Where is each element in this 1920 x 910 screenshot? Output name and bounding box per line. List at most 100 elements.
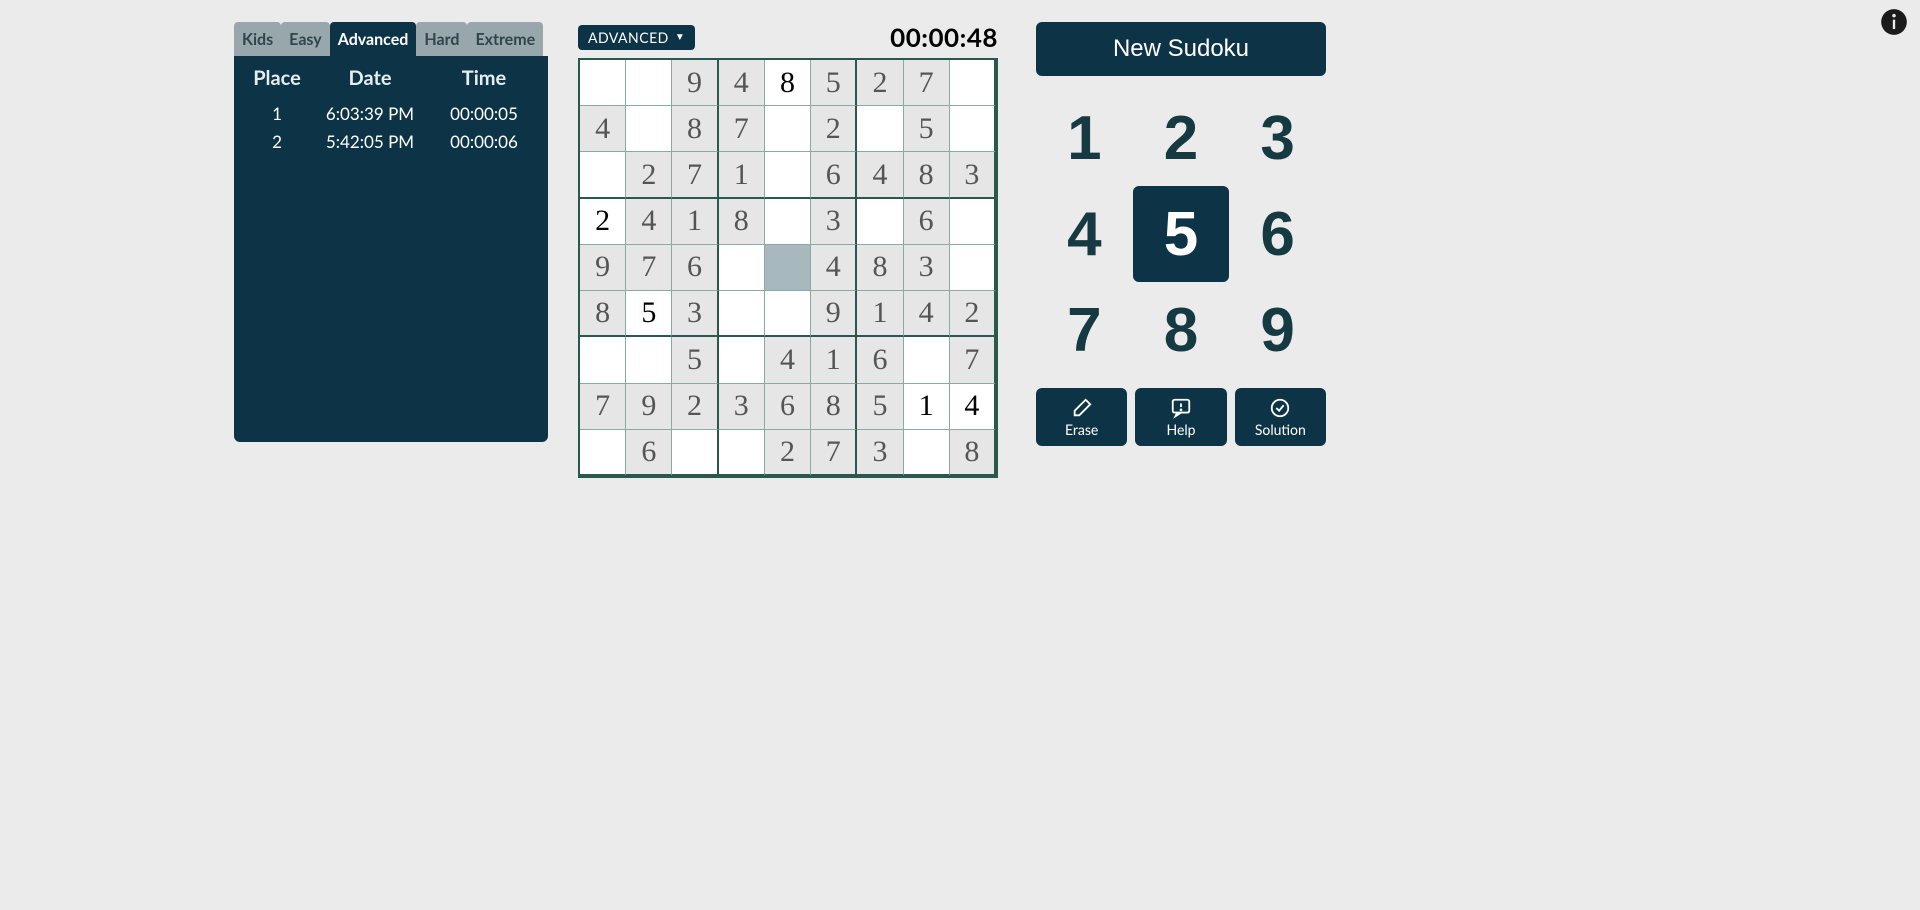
- cell-r5-c1[interactable]: 5: [626, 291, 672, 337]
- cell-r2-c3[interactable]: 1: [719, 152, 765, 198]
- cell-r4-c8[interactable]: [950, 245, 996, 291]
- cell-r0-c8[interactable]: [950, 60, 996, 106]
- cell-r8-c0[interactable]: [580, 430, 626, 476]
- cell-r3-c8[interactable]: [950, 199, 996, 245]
- cell-r4-c7[interactable]: 3: [904, 245, 950, 291]
- cell-r4-c3[interactable]: [719, 245, 765, 291]
- cell-r8-c2[interactable]: [672, 430, 718, 476]
- cell-r6-c7[interactable]: [904, 337, 950, 383]
- cell-r1-c1[interactable]: [626, 106, 672, 152]
- cell-r1-c8[interactable]: [950, 106, 996, 152]
- cell-r7-c8[interactable]: 4: [950, 384, 996, 430]
- difficulty-dropdown[interactable]: ADVANCED ▼: [578, 25, 695, 50]
- cell-r8-c3[interactable]: [719, 430, 765, 476]
- tab-hard[interactable]: Hard: [416, 22, 467, 56]
- cell-r5-c0[interactable]: 8: [580, 291, 626, 337]
- new-sudoku-button[interactable]: New Sudoku: [1036, 22, 1326, 76]
- cell-r5-c5[interactable]: 9: [811, 291, 857, 337]
- cell-r8-c6[interactable]: 3: [857, 430, 903, 476]
- cell-r5-c8[interactable]: 2: [950, 291, 996, 337]
- cell-r5-c2[interactable]: 3: [672, 291, 718, 337]
- cell-r0-c6[interactable]: 2: [857, 60, 903, 106]
- cell-r0-c4[interactable]: 8: [765, 60, 811, 106]
- cell-r7-c7[interactable]: 1: [904, 384, 950, 430]
- cell-r6-c4[interactable]: 4: [765, 337, 811, 383]
- cell-r3-c6[interactable]: [857, 199, 903, 245]
- cell-r4-c6[interactable]: 8: [857, 245, 903, 291]
- cell-r2-c1[interactable]: 2: [626, 152, 672, 198]
- tab-extreme[interactable]: Extreme: [467, 22, 543, 56]
- cell-r5-c6[interactable]: 1: [857, 291, 903, 337]
- cell-r3-c5[interactable]: 3: [811, 199, 857, 245]
- number-6[interactable]: 6: [1229, 186, 1326, 282]
- cell-r7-c6[interactable]: 5: [857, 384, 903, 430]
- cell-r7-c1[interactable]: 9: [626, 384, 672, 430]
- cell-r3-c4[interactable]: [765, 199, 811, 245]
- number-2[interactable]: 2: [1133, 90, 1230, 186]
- cell-r1-c6[interactable]: [857, 106, 903, 152]
- cell-r2-c6[interactable]: 4: [857, 152, 903, 198]
- cell-r8-c8[interactable]: 8: [950, 430, 996, 476]
- tab-kids[interactable]: Kids: [234, 22, 281, 56]
- cell-r0-c3[interactable]: 4: [719, 60, 765, 106]
- cell-r1-c0[interactable]: 4: [580, 106, 626, 152]
- solution-button[interactable]: Solution: [1235, 388, 1326, 446]
- cell-r5-c4[interactable]: [765, 291, 811, 337]
- cell-r7-c0[interactable]: 7: [580, 384, 626, 430]
- cell-r5-c3[interactable]: [719, 291, 765, 337]
- cell-r6-c2[interactable]: 5: [672, 337, 718, 383]
- cell-r3-c0[interactable]: 2: [580, 199, 626, 245]
- cell-r4-c0[interactable]: 9: [580, 245, 626, 291]
- cell-r6-c3[interactable]: [719, 337, 765, 383]
- cell-r0-c1[interactable]: [626, 60, 672, 106]
- cell-r6-c5[interactable]: 1: [811, 337, 857, 383]
- cell-r8-c5[interactable]: 7: [811, 430, 857, 476]
- cell-r4-c1[interactable]: 7: [626, 245, 672, 291]
- info-icon[interactable]: [1880, 8, 1908, 36]
- cell-r2-c2[interactable]: 7: [672, 152, 718, 198]
- cell-r1-c7[interactable]: 5: [904, 106, 950, 152]
- cell-r1-c5[interactable]: 2: [811, 106, 857, 152]
- cell-r7-c2[interactable]: 2: [672, 384, 718, 430]
- help-button[interactable]: Help: [1135, 388, 1226, 446]
- cell-r3-c1[interactable]: 4: [626, 199, 672, 245]
- number-8[interactable]: 8: [1133, 282, 1230, 378]
- cell-r8-c7[interactable]: [904, 430, 950, 476]
- cell-r2-c7[interactable]: 8: [904, 152, 950, 198]
- number-1[interactable]: 1: [1036, 90, 1133, 186]
- number-3[interactable]: 3: [1229, 90, 1326, 186]
- cell-r2-c8[interactable]: 3: [950, 152, 996, 198]
- cell-r1-c3[interactable]: 7: [719, 106, 765, 152]
- number-5[interactable]: 5: [1133, 186, 1230, 282]
- cell-r4-c5[interactable]: 4: [811, 245, 857, 291]
- cell-r7-c4[interactable]: 6: [765, 384, 811, 430]
- cell-r5-c7[interactable]: 4: [904, 291, 950, 337]
- cell-r2-c4[interactable]: [765, 152, 811, 198]
- erase-button[interactable]: Erase: [1036, 388, 1127, 446]
- cell-r7-c5[interactable]: 8: [811, 384, 857, 430]
- tab-advanced[interactable]: Advanced: [330, 22, 417, 56]
- cell-r7-c3[interactable]: 3: [719, 384, 765, 430]
- cell-r2-c5[interactable]: 6: [811, 152, 857, 198]
- cell-r0-c2[interactable]: 9: [672, 60, 718, 106]
- cell-r6-c6[interactable]: 6: [857, 337, 903, 383]
- number-4[interactable]: 4: [1036, 186, 1133, 282]
- cell-r8-c1[interactable]: 6: [626, 430, 672, 476]
- cell-r6-c0[interactable]: [580, 337, 626, 383]
- cell-r8-c4[interactable]: 2: [765, 430, 811, 476]
- tab-easy[interactable]: Easy: [281, 22, 330, 56]
- cell-r0-c5[interactable]: 5: [811, 60, 857, 106]
- cell-r1-c2[interactable]: 8: [672, 106, 718, 152]
- cell-r0-c0[interactable]: [580, 60, 626, 106]
- cell-r3-c3[interactable]: 8: [719, 199, 765, 245]
- cell-r0-c7[interactable]: 7: [904, 60, 950, 106]
- cell-r6-c1[interactable]: [626, 337, 672, 383]
- cell-r3-c7[interactable]: 6: [904, 199, 950, 245]
- cell-r6-c8[interactable]: 7: [950, 337, 996, 383]
- cell-r3-c2[interactable]: 1: [672, 199, 718, 245]
- cell-r4-c4[interactable]: [765, 245, 811, 291]
- cell-r2-c0[interactable]: [580, 152, 626, 198]
- number-9[interactable]: 9: [1229, 282, 1326, 378]
- cell-r1-c4[interactable]: [765, 106, 811, 152]
- cell-r4-c2[interactable]: 6: [672, 245, 718, 291]
